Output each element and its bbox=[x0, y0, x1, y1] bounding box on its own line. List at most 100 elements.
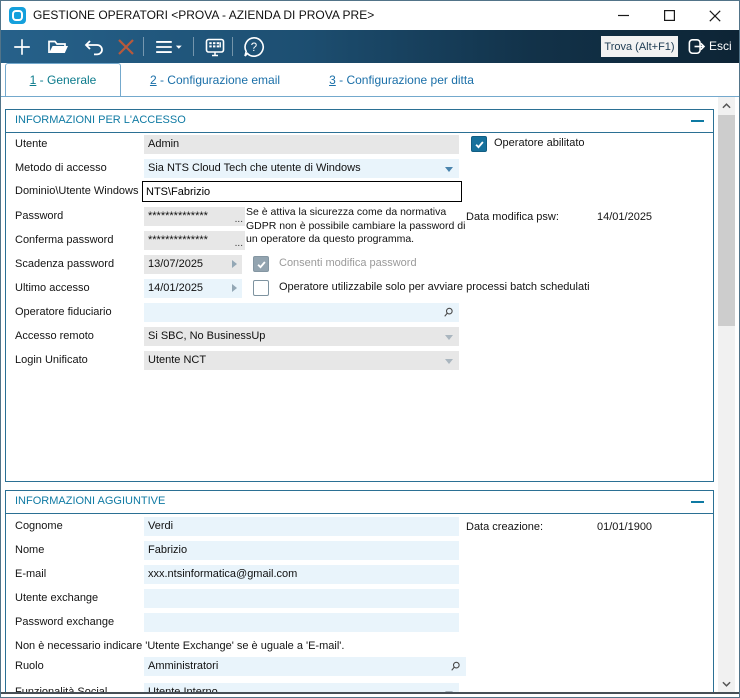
new-button[interactable] bbox=[9, 34, 35, 60]
close-button[interactable] bbox=[692, 1, 737, 30]
section-header: INFORMAZIONI AGGIUNTIVE bbox=[6, 491, 713, 514]
tab-generale[interactable]: 1 - Generale bbox=[5, 63, 121, 96]
svg-text:?: ? bbox=[251, 42, 257, 54]
tab-label: - Generale bbox=[36, 73, 96, 87]
tabstrip-baseline bbox=[1, 96, 739, 97]
batch-checkbox[interactable] bbox=[253, 280, 269, 296]
maximize-icon bbox=[664, 10, 675, 21]
window-title: GESTIONE OPERATORI <PROVA - AZIENDA DI P… bbox=[33, 8, 374, 22]
chevron-down-icon[interactable] bbox=[445, 167, 453, 172]
batch-label: Operatore utilizzabile solo per avviare … bbox=[279, 279, 590, 296]
menu-icon bbox=[153, 36, 185, 58]
exit-icon bbox=[687, 37, 706, 56]
ultimo-accesso-datefield[interactable]: 14/01/2025 bbox=[144, 279, 242, 298]
utente-exchange-field[interactable] bbox=[144, 589, 459, 608]
toolbar-separator bbox=[193, 37, 194, 56]
search-icon[interactable] bbox=[442, 306, 455, 319]
metodo-accesso-value: Sia NTS Cloud Tech che utente di Windows bbox=[148, 162, 361, 174]
operatore-abilitato-checkbox[interactable] bbox=[471, 136, 487, 152]
minimize-icon bbox=[618, 10, 629, 21]
cognome-field[interactable]: Verdi bbox=[144, 517, 459, 536]
toolbar-separator bbox=[143, 37, 144, 56]
nome-field[interactable]: Fabrizio bbox=[144, 541, 459, 560]
ruolo-label: Ruolo bbox=[15, 657, 44, 676]
menu-button[interactable] bbox=[151, 34, 187, 60]
conferma-password-ellipsis: ... bbox=[235, 239, 243, 249]
scrollbar-thumb[interactable] bbox=[718, 115, 735, 326]
utente-field: Admin bbox=[144, 135, 459, 154]
section-title: INFORMAZIONI PER L'ACCESSO bbox=[15, 114, 186, 126]
ruolo-value: Amministratori bbox=[148, 660, 218, 672]
scadenza-password-value: 13/07/2025 bbox=[148, 258, 203, 270]
chevron-down-icon bbox=[445, 335, 453, 340]
minimize-button[interactable] bbox=[601, 1, 646, 30]
ultimo-accesso-label: Ultimo accesso bbox=[15, 279, 90, 298]
maximize-button[interactable] bbox=[647, 1, 692, 30]
vertical-scrollbar[interactable] bbox=[718, 97, 735, 692]
exchange-note: Non è necessario indicare 'Utente Exchan… bbox=[15, 637, 344, 656]
operatore-fiduciario-field[interactable] bbox=[144, 303, 459, 322]
ruolo-field[interactable]: Amministratori bbox=[144, 657, 466, 676]
conferma-password-label: Conferma password bbox=[15, 231, 113, 250]
login-unificato-value: Utente NCT bbox=[148, 354, 206, 366]
dominio-label: Dominio\Utente Windows bbox=[15, 182, 139, 201]
password-ellipsis: ... bbox=[235, 215, 243, 225]
gestione-operatori-window: GESTIONE OPERATORI <PROVA - AZIENDA DI P… bbox=[0, 0, 740, 698]
operatore-fiduciario-label: Operatore fiduciario bbox=[15, 303, 112, 322]
password-exchange-field[interactable] bbox=[144, 613, 459, 632]
search-icon[interactable] bbox=[449, 660, 462, 673]
login-unificato-label: Login Unificato bbox=[15, 351, 88, 370]
cognome-label: Cognome bbox=[15, 517, 63, 536]
toolbar-separator bbox=[232, 37, 233, 56]
password-field: ************** ... bbox=[144, 207, 245, 226]
app-logo-icon bbox=[9, 7, 26, 24]
data-creazione-label: Data creazione: bbox=[466, 518, 543, 537]
collapse-minus-icon[interactable] bbox=[691, 501, 704, 503]
exit-label[interactable]: Esci bbox=[709, 39, 732, 53]
keyboard-button[interactable] bbox=[202, 34, 228, 60]
exit-button[interactable] bbox=[687, 37, 706, 61]
chevron-up-icon bbox=[722, 103, 731, 109]
section-header: INFORMAZIONI PER L'ACCESSO bbox=[6, 110, 713, 133]
delete-button[interactable] bbox=[113, 34, 139, 60]
checkmark-icon bbox=[256, 259, 267, 270]
conferma-password-field: ************** ... bbox=[144, 231, 245, 250]
accesso-remoto-label: Accesso remoto bbox=[15, 327, 94, 346]
close-icon bbox=[709, 10, 721, 22]
date-spinner-icon[interactable] bbox=[232, 284, 237, 292]
tab-configurazione-email[interactable]: 2 - Configurazione email bbox=[129, 63, 301, 96]
section-informazioni-aggiuntive: INFORMAZIONI AGGIUNTIVE Cognome Verdi Da… bbox=[5, 490, 714, 693]
tab-number: 2 bbox=[150, 73, 157, 87]
data-modifica-psw-label: Data modifica psw: bbox=[466, 208, 559, 227]
date-spinner-icon[interactable] bbox=[232, 260, 237, 268]
plus-icon bbox=[11, 36, 33, 58]
dominio-input[interactable] bbox=[142, 181, 462, 202]
collapse-minus-icon[interactable] bbox=[691, 120, 704, 122]
open-button[interactable] bbox=[45, 34, 71, 60]
undo-button[interactable] bbox=[81, 34, 107, 60]
metodo-accesso-label: Metodo di accesso bbox=[15, 159, 107, 178]
nome-label: Nome bbox=[15, 541, 44, 560]
keyboard-monitor-icon bbox=[203, 35, 227, 59]
password-exchange-label: Password exchange bbox=[15, 613, 114, 632]
scroll-up-button[interactable] bbox=[718, 97, 735, 114]
scadenza-password-datefield: 13/07/2025 bbox=[144, 255, 242, 274]
main-toolbar: ? Trova (Alt+F1) Esci bbox=[1, 30, 739, 63]
open-folder-icon bbox=[46, 35, 70, 59]
login-unificato-dropdown: Utente NCT bbox=[144, 351, 459, 370]
scroll-down-button[interactable] bbox=[718, 675, 735, 692]
accesso-remoto-value: Si SBC, No BusinessUp bbox=[148, 330, 265, 342]
title-bar: GESTIONE OPERATORI <PROVA - AZIENDA DI P… bbox=[1, 1, 739, 30]
email-field[interactable]: xxx.ntsinformatica@gmail.com bbox=[144, 565, 459, 584]
utente-exchange-label: Utente exchange bbox=[15, 589, 98, 608]
tab-number: 3 bbox=[329, 73, 336, 87]
operatore-abilitato-label: Operatore abilitato bbox=[494, 135, 585, 152]
tab-configurazione-per-ditta[interactable]: 3 - Configurazione per ditta bbox=[304, 63, 499, 96]
metodo-accesso-dropdown[interactable]: Sia NTS Cloud Tech che utente di Windows bbox=[144, 159, 459, 178]
find-shortcut-button[interactable]: Trova (Alt+F1) bbox=[601, 36, 678, 57]
help-button[interactable]: ? bbox=[241, 34, 267, 60]
gdpr-note: Se è attiva la sicurezza come da normati… bbox=[246, 206, 470, 247]
help-icon: ? bbox=[242, 35, 266, 59]
accesso-remoto-dropdown: Si SBC, No BusinessUp bbox=[144, 327, 459, 346]
section-informazioni-accesso: INFORMAZIONI PER L'ACCESSO Utente Admin … bbox=[5, 109, 714, 482]
